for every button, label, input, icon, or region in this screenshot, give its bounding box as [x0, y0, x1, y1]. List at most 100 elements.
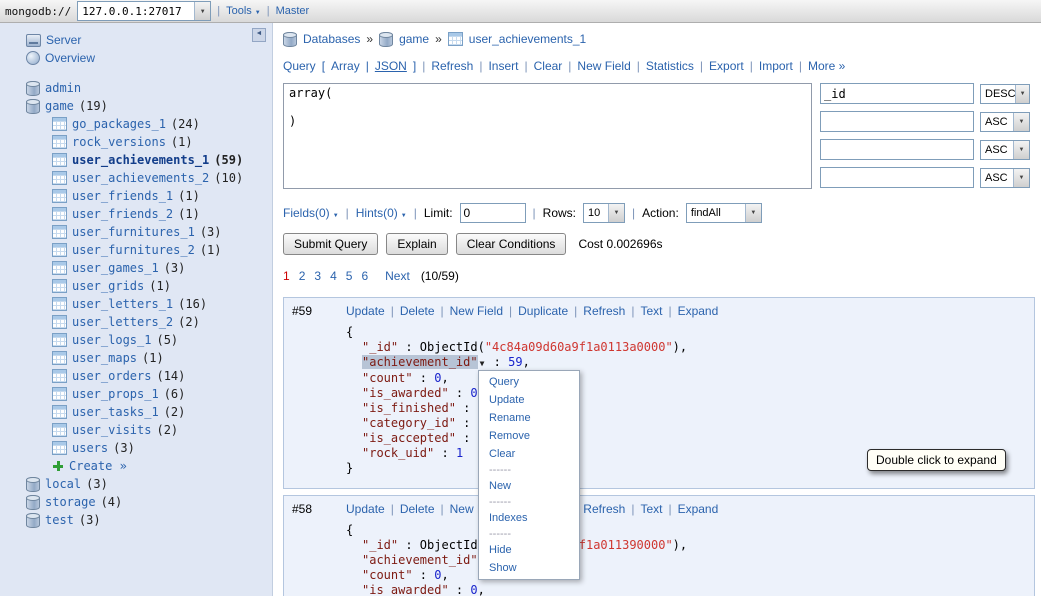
breadcrumb-game[interactable]: game — [399, 32, 429, 46]
context-menu-query[interactable]: Query — [479, 373, 579, 391]
record-action-expand[interactable]: Expand — [678, 304, 719, 318]
json-key[interactable]: "rock_uid" — [362, 446, 434, 460]
sidebar-collection-user-props-1[interactable]: user_props_1 — [72, 387, 159, 401]
record-action-expand[interactable]: Expand — [678, 502, 719, 516]
sort-order-select-3[interactable]: ASC — [980, 140, 1030, 160]
json-key[interactable]: "is_awarded" — [362, 583, 449, 596]
sidebar-db-test[interactable]: test — [45, 513, 74, 527]
breadcrumb-user-achievements-1[interactable]: user_achievements_1 — [469, 32, 586, 46]
next-page-link[interactable]: Next — [385, 269, 410, 283]
hints-dropdown[interactable]: Hints(0) — [356, 206, 407, 220]
sidebar-item-overview[interactable]: Overview — [45, 51, 95, 65]
json-key[interactable]: "is_accepted" — [362, 431, 456, 445]
sidebar-collection-user-furnitures-2[interactable]: user_furnitures_2 — [72, 243, 195, 257]
json-key-selected[interactable]: "achievement_id" — [362, 355, 478, 369]
sidebar-collection-user-friends-1[interactable]: user_friends_1 — [72, 189, 173, 203]
json-key[interactable]: "is_awarded" — [362, 386, 449, 400]
clear-conditions-button[interactable]: Clear Conditions — [456, 233, 567, 255]
sidebar-db-storage[interactable]: storage — [45, 495, 96, 509]
context-menu-hide[interactable]: Hide — [479, 541, 579, 559]
host-select[interactable]: 127.0.0.1:27017 — [77, 1, 211, 21]
context-menu-indexes[interactable]: Indexes — [479, 509, 579, 527]
sidebar-collection-user-friends-2[interactable]: user_friends_2 — [72, 207, 173, 221]
sidebar-collection-user-orders[interactable]: user_orders — [72, 369, 151, 383]
limit-input[interactable] — [460, 203, 526, 223]
json-key[interactable]: "count" — [362, 568, 413, 582]
json-key[interactable]: "count" — [362, 371, 413, 385]
sort-order-select-1[interactable]: DESC — [980, 84, 1030, 104]
page-link-5[interactable]: 5 — [346, 269, 353, 283]
sort-order-select-2[interactable]: ASC — [980, 112, 1030, 132]
json-key[interactable]: "category_id" — [362, 416, 456, 430]
toolbar-insert[interactable]: Insert — [488, 59, 518, 73]
sidebar-collection-user-games-1[interactable]: user_games_1 — [72, 261, 159, 275]
page-link-6[interactable]: 6 — [361, 269, 368, 283]
submit-query-button[interactable]: Submit Query — [283, 233, 378, 255]
field-dropdown-icon[interactable] — [480, 355, 485, 371]
toolbar-new-field[interactable]: New Field — [577, 59, 630, 73]
sidebar-db-local[interactable]: local — [45, 477, 81, 491]
sidebar-collection-user-tasks-1[interactable]: user_tasks_1 — [72, 405, 159, 419]
query-mode-json[interactable]: JSON — [375, 59, 407, 73]
sort-order-select-4[interactable]: ASC — [980, 168, 1030, 188]
toolbar-more[interactable]: More » — [808, 59, 845, 73]
json-key[interactable]: "is_finished" — [362, 401, 456, 415]
record-action-duplicate[interactable]: Duplicate — [518, 304, 568, 318]
sidebar-collection-user-visits[interactable]: user_visits — [72, 423, 151, 437]
context-menu-clear[interactable]: Clear — [479, 445, 579, 463]
toolbar-clear[interactable]: Clear — [534, 59, 563, 73]
sort-field-input-1[interactable] — [820, 83, 974, 104]
context-menu-remove[interactable]: Remove — [479, 427, 579, 445]
sidebar-collection-go-packages-1[interactable]: go_packages_1 — [72, 117, 166, 131]
sidebar-collection-user-furnitures-1[interactable]: user_furnitures_1 — [72, 225, 195, 239]
record-action-text[interactable]: Text — [640, 304, 662, 318]
context-menu-update[interactable]: Update — [479, 391, 579, 409]
sort-field-input-3[interactable] — [820, 139, 974, 160]
query-textarea[interactable]: array( ) — [283, 83, 812, 189]
json-key[interactable]: "_id" — [362, 538, 398, 552]
master-link[interactable]: Master — [276, 5, 310, 17]
sidebar-collection-users[interactable]: users — [72, 441, 108, 455]
page-link-4[interactable]: 4 — [330, 269, 337, 283]
json-key[interactable]: "achievement_id" — [362, 553, 478, 567]
toolbar-statistics[interactable]: Statistics — [646, 59, 694, 73]
context-menu-show[interactable]: Show — [479, 559, 579, 577]
toolbar-refresh[interactable]: Refresh — [431, 59, 473, 73]
context-menu-new[interactable]: New — [479, 477, 579, 495]
sidebar-collection-user-letters-2[interactable]: user_letters_2 — [72, 315, 173, 329]
sidebar-collection-user-achievements-2[interactable]: user_achievements_2 — [72, 171, 209, 185]
record-action-update[interactable]: Update — [346, 304, 385, 318]
action-select[interactable]: findAll — [686, 203, 762, 223]
sidebar-collection-user-grids[interactable]: user_grids — [72, 279, 144, 293]
record-action-update[interactable]: Update — [346, 502, 385, 516]
context-menu-rename[interactable]: Rename — [479, 409, 579, 427]
sidebar-collection-user-logs-1[interactable]: user_logs_1 — [72, 333, 151, 347]
sidebar-collection-rock-versions[interactable]: rock_versions — [72, 135, 166, 149]
page-link-3[interactable]: 3 — [314, 269, 321, 283]
breadcrumb-databases[interactable]: Databases — [303, 32, 360, 46]
record-action-refresh[interactable]: Refresh — [583, 304, 625, 318]
record-action-delete[interactable]: Delete — [400, 304, 435, 318]
rows-select[interactable]: 10 — [583, 203, 625, 223]
toolbar-import[interactable]: Import — [759, 59, 793, 73]
sidebar-collection-user-maps[interactable]: user_maps — [72, 351, 137, 365]
record-action-delete[interactable]: Delete — [400, 502, 435, 516]
tools-menu[interactable]: Tools — [226, 5, 261, 17]
fields-dropdown[interactable]: Fields(0) — [283, 206, 339, 220]
record-action-refresh[interactable]: Refresh — [583, 502, 625, 516]
collapse-sidebar-icon[interactable] — [252, 28, 266, 42]
sidebar-collection-user-achievements-1[interactable]: user_achievements_1 — [72, 153, 209, 167]
json-key[interactable]: "_id" — [362, 340, 398, 354]
record-action-new-field[interactable]: New Field — [450, 304, 503, 318]
sort-field-input-2[interactable] — [820, 111, 974, 132]
explain-button[interactable]: Explain — [386, 233, 447, 255]
page-link-2[interactable]: 2 — [299, 269, 306, 283]
sidebar-db-game[interactable]: game — [45, 99, 74, 113]
sidebar-item-server[interactable]: Server — [46, 33, 81, 47]
record-action-text[interactable]: Text — [640, 502, 662, 516]
sort-field-input-4[interactable] — [820, 167, 974, 188]
sidebar-db-admin[interactable]: admin — [45, 81, 81, 95]
query-mode-array[interactable]: Array — [331, 59, 360, 73]
toolbar-export[interactable]: Export — [709, 59, 744, 73]
sidebar-collection-user-letters-1[interactable]: user_letters_1 — [72, 297, 173, 311]
